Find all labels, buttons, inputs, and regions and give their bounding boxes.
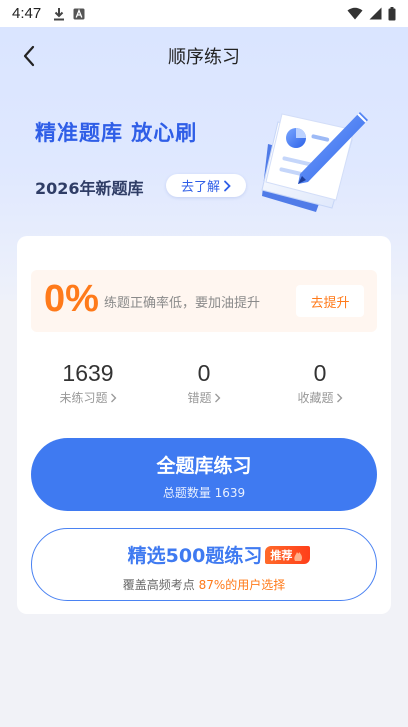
chevron-right-icon: [224, 180, 231, 191]
practice-card: 0% 练题正确率低，要加油提升 去提升 1639 未练习题 0 错题 0 收藏题…: [17, 236, 391, 614]
accuracy-message: 练题正确率低，要加油提升: [104, 296, 261, 311]
document-pen-icon: [261, 112, 368, 212]
stat-value: 1639: [62, 360, 114, 386]
selected-practice-highlight: 87%的用户选择: [198, 578, 286, 592]
learn-more-button[interactable]: 去了解: [166, 174, 246, 197]
recommend-badge: 推荐: [265, 545, 311, 564]
stat-label: 错题: [187, 391, 212, 405]
status-bar: 4:47: [0, 0, 408, 27]
stat-value: 0: [313, 360, 327, 386]
recommend-badge-label: 推荐: [270, 548, 293, 562]
wifi-icon: [347, 7, 363, 20]
signal-icon: [369, 7, 382, 20]
accuracy-panel: 0% 练题正确率低，要加油提升 去提升: [31, 270, 377, 332]
all-practice-count: 总题数量 1639: [162, 486, 246, 500]
all-practice-button[interactable]: 全题库练习 总题数量 1639: [31, 438, 377, 511]
hero-subtitle: 2026年新题库: [35, 179, 144, 198]
improve-button[interactable]: 去提升: [296, 285, 364, 317]
chevron-right-icon: [110, 393, 116, 403]
all-practice-title: 全题库练习: [156, 455, 252, 477]
stat-wrong[interactable]: 0 错题: [149, 360, 259, 406]
stat-label: 收藏题: [297, 391, 334, 405]
stat-label: 未练习题: [59, 391, 108, 405]
flame-icon: [294, 551, 303, 561]
download-icon: [54, 7, 65, 20]
selected-practice-button[interactable]: 精选500题练习 推荐 覆盖高频考点 87%的用户选择: [31, 528, 377, 601]
chevron-right-icon: [214, 393, 220, 403]
chevron-right-icon: [336, 393, 342, 403]
nav-bar: 顺序练习: [0, 27, 408, 85]
status-time: 4:47: [12, 5, 42, 22]
chevron-left-icon: [23, 45, 35, 67]
battery-icon: [388, 6, 396, 20]
accuracy-value: 0%: [44, 278, 99, 320]
stat-unpracticed[interactable]: 1639 未练习题: [33, 360, 143, 406]
keyboard-a-icon: [73, 8, 85, 19]
page-title: 顺序练习: [168, 47, 240, 67]
learn-more-label: 去了解: [180, 180, 220, 195]
back-button[interactable]: [16, 42, 42, 70]
stat-value: 0: [197, 360, 211, 386]
stat-favorites[interactable]: 0 收藏题: [265, 360, 375, 406]
selected-practice-subtitle-text: 覆盖高频考点: [122, 578, 199, 592]
selected-practice-title: 精选500题练习: [127, 545, 263, 567]
hero-title: 精准题库 放心刷: [35, 121, 198, 145]
selected-practice-subtitle: 覆盖高频考点 87%的用户选择: [32, 576, 376, 593]
